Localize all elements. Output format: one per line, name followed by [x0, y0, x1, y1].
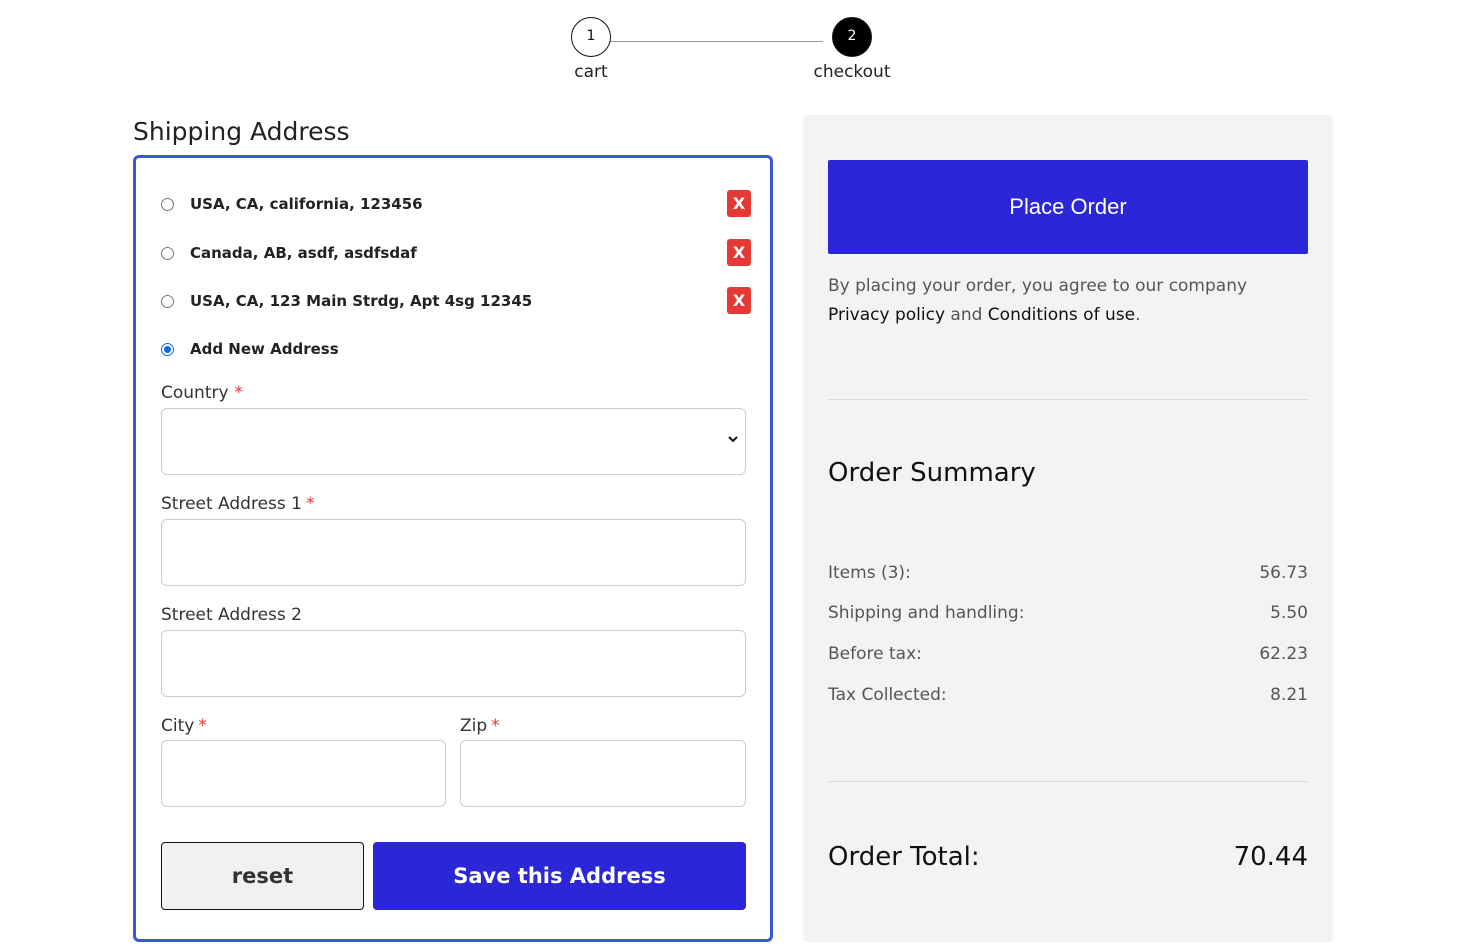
street-address-1-label: Street Address 1 * [161, 494, 314, 514]
address-option[interactable]: Canada, AB, asdf, asdfsdaf X [161, 238, 751, 268]
summary-row-label: Before tax: [828, 644, 922, 664]
country-label-text: Country [161, 383, 229, 403]
summary-row-tax: Tax Collected: 8.21 [828, 685, 1308, 705]
step-checkout[interactable]: 2 checkout [807, 17, 897, 82]
country-label: Country * [161, 383, 243, 403]
city-label-text: City [161, 716, 195, 736]
address-option[interactable]: USA, CA, california, 123456 X [161, 189, 751, 219]
summary-row-before-tax: Before tax: 62.23 [828, 644, 1308, 664]
divider [828, 781, 1308, 782]
address-option[interactable]: USA, CA, 123 Main Strdg, Apt 4sg 12345 X [161, 286, 751, 316]
step-number: 1 [571, 17, 611, 57]
required-asterisk: * [198, 716, 207, 736]
zip-label-text: Zip [460, 716, 488, 736]
order-total-row: Order Total: 70.44 [828, 842, 1308, 872]
period-text: . [1135, 305, 1141, 325]
reset-button[interactable]: reset [161, 842, 364, 910]
step-label: checkout [813, 62, 891, 82]
agreement-text: By placing your order, you agree to our … [828, 276, 1248, 296]
required-asterisk: * [234, 383, 244, 403]
step-number: 2 [832, 17, 872, 57]
city-input[interactable] [161, 740, 446, 807]
chevron-down-icon [728, 436, 738, 443]
street-address-2-input[interactable] [161, 630, 746, 697]
summary-row-items: Items (3): 56.73 [828, 563, 1308, 583]
shipping-address-panel: USA, CA, california, 123456 X Canada, AB… [133, 155, 773, 942]
summary-row-shipping: Shipping and handling: 5.50 [828, 603, 1308, 623]
address-radio[interactable] [161, 294, 174, 308]
divider [828, 399, 1308, 400]
privacy-policy-link[interactable]: Privacy policy [828, 305, 945, 325]
conditions-of-use-link[interactable]: Conditions of use [988, 305, 1135, 325]
summary-row-value: 62.23 [1259, 644, 1308, 664]
city-label: City * [161, 716, 207, 736]
order-total-label: Order Total: [828, 842, 980, 872]
street-address-1-input[interactable] [161, 519, 746, 586]
order-agreement-text: By placing your order, you agree to our … [828, 272, 1308, 330]
delete-address-button[interactable]: X [727, 287, 751, 314]
add-new-address-text[interactable]: Add New Address [190, 340, 339, 358]
summary-row-label: Tax Collected: [828, 685, 947, 705]
required-asterisk: * [491, 716, 500, 736]
summary-row-value: 8.21 [1270, 685, 1308, 705]
address-radio[interactable] [161, 197, 174, 211]
summary-row-label: Shipping and handling: [828, 603, 1025, 623]
summary-row-value: 56.73 [1259, 563, 1308, 583]
add-new-address-option[interactable]: Add New Address [161, 334, 751, 364]
place-order-button[interactable]: Place Order [828, 160, 1308, 254]
summary-row-label: Items (3): [828, 563, 911, 583]
address-text[interactable]: USA, CA, california, 123456 [190, 195, 423, 213]
required-asterisk: * [305, 494, 315, 514]
order-total-value: 70.44 [1233, 842, 1308, 872]
address-text[interactable]: Canada, AB, asdf, asdfsdaf [190, 244, 417, 262]
delete-address-button[interactable]: X [727, 190, 751, 217]
street-address-1-label-text: Street Address 1 [161, 494, 302, 514]
order-summary-title: Order Summary [828, 458, 1036, 488]
address-text[interactable]: USA, CA, 123 Main Strdg, Apt 4sg 12345 [190, 292, 532, 310]
step-cart[interactable]: 1 cart [546, 17, 636, 82]
country-select[interactable] [161, 408, 746, 475]
summary-row-value: 5.50 [1270, 603, 1308, 623]
checkout-stepper: 1 cart 2 checkout [560, 17, 910, 92]
save-address-button[interactable]: Save this Address [373, 842, 746, 910]
and-text: and [950, 305, 983, 325]
add-new-address-radio[interactable] [161, 342, 174, 356]
zip-label: Zip * [460, 716, 500, 736]
address-radio[interactable] [161, 246, 174, 260]
street-address-2-label: Street Address 2 [161, 605, 302, 625]
step-label: cart [574, 62, 608, 82]
order-summary-panel: Place Order By placing your order, you a… [803, 115, 1333, 942]
delete-address-button[interactable]: X [727, 239, 751, 266]
zip-input[interactable] [460, 740, 746, 807]
shipping-address-title: Shipping Address [133, 117, 350, 146]
